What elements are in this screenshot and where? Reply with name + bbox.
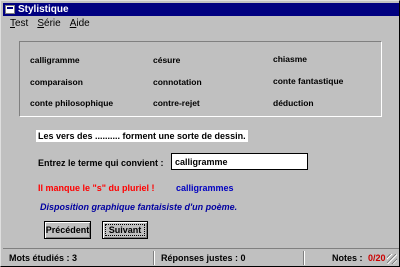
resize-grip-icon[interactable] — [387, 254, 397, 264]
menu-test[interactable]: Test — [10, 18, 28, 29]
feedback-error-message: Il manque le "s" du pluriel ! — [38, 183, 155, 193]
menu-serie[interactable]: Série — [37, 18, 60, 29]
answer-input[interactable] — [171, 153, 308, 170]
next-button[interactable]: Suivant — [102, 221, 148, 239]
exercise-sentence: Les vers des .......... forment une sort… — [36, 130, 248, 142]
term-conte-philosophique[interactable]: conte philosophique — [30, 98, 113, 108]
words-studied-status: Mots étudiés : 3 — [9, 253, 78, 263]
menu-bar: Test Série Aide — [3, 17, 399, 30]
status-bar: Mots étudiés : 3 Réponses justes : 0 Not… — [3, 248, 399, 266]
term-deduction[interactable]: déduction — [273, 98, 314, 108]
term-calligramme[interactable]: calligramme — [30, 55, 80, 65]
term-contre-rejet[interactable]: contre-rejet — [153, 98, 200, 108]
term-cesure[interactable]: césure — [153, 55, 180, 65]
notes-value: 0/20 — [368, 253, 386, 263]
term-comparaison[interactable]: comparaison — [30, 77, 83, 87]
title-bar[interactable]: Stylistique — [3, 3, 399, 16]
menu-aide[interactable]: Aide — [70, 18, 90, 29]
term-list-panel: calligramme césure chiasme comparaison c… — [19, 41, 382, 117]
app-icon[interactable] — [5, 5, 15, 14]
app-window: Stylistique Test Série Aide calligramme … — [0, 0, 400, 267]
window-title: Stylistique — [18, 4, 69, 15]
term-chiasme[interactable]: chiasme — [273, 54, 307, 64]
notes-label: Notes : — [332, 253, 363, 263]
term-definition: Disposition graphique fantaisiste d'un p… — [40, 202, 238, 212]
status-divider — [303, 251, 304, 265]
correct-answer: calligrammes — [176, 183, 234, 193]
term-conte-fantastique[interactable]: conte fantastique — [273, 76, 343, 86]
previous-button[interactable]: Précédent — [44, 221, 91, 239]
term-connotation[interactable]: connotation — [153, 77, 202, 87]
correct-answers-status: Réponses justes : 0 — [161, 253, 246, 263]
status-divider — [153, 251, 154, 265]
answer-prompt-label: Entrez le terme qui convient : — [38, 158, 164, 168]
